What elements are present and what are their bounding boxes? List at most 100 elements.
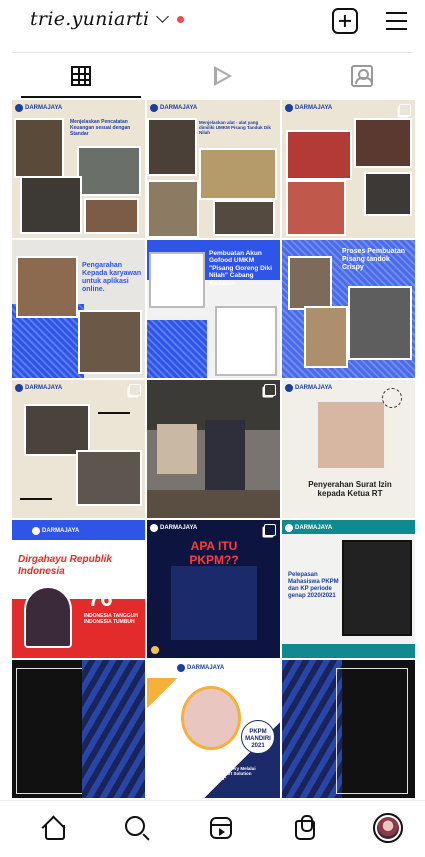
nav-profile[interactable] [373, 813, 403, 843]
post-tile[interactable]: Proses Pembuatan Pisang tandok Crispy [282, 240, 415, 378]
post-tile[interactable]: DARMAJAYA Menjelaskan Pencatatan Keuanga… [12, 100, 145, 238]
blue-texture [282, 660, 342, 798]
post-title: Penyerahan Surat Izin kepada Ketua RT [308, 480, 392, 499]
post-title: Proses Pembuatan Pisang tandok Crispy [342, 248, 406, 272]
video-call-screenshot [342, 540, 412, 636]
post-photo [77, 146, 141, 196]
document-image [215, 306, 277, 376]
post-tile[interactable]: Pengarahan Kepada karyawan untuk aplikas… [12, 240, 145, 378]
decoration-dot [151, 646, 159, 654]
chevron-down-icon[interactable] [156, 10, 170, 23]
post-tile[interactable]: DARMAJAYA APA ITU PKPM?? [147, 520, 280, 658]
carousel-multi-icon [399, 104, 411, 116]
grid-icon [71, 66, 91, 86]
username[interactable]: trie.yuniarti [30, 8, 149, 30]
post-title: Pembuatan Akun Gofood UMKM "Pisang Goren… [209, 250, 273, 287]
darmajaya-logo: DARMAJAYA [285, 383, 332, 393]
post-photo [348, 286, 412, 360]
carousel-multi-icon [264, 524, 276, 536]
darmajaya-logo: DARMAJAYA [150, 103, 197, 113]
posts-grid: DARMAJAYA Menjelaskan Pencatatan Keuanga… [12, 100, 415, 800]
post-photo [286, 130, 352, 180]
post-tile[interactable]: DARMAJAYA Menjelaskan alat - alat yang d… [147, 100, 280, 238]
pkpm-badge: PKPM MANDIRI 2021 [241, 720, 275, 754]
post-tile[interactable]: DARMAJAYA Penyerahan Surat Izin kepada K… [282, 380, 415, 518]
post-tile[interactable]: DARMAJAYA Pelepasan Mahasiswa PKPM dan K… [282, 520, 415, 658]
post-photo [364, 172, 412, 216]
post-photo [76, 450, 142, 506]
post-title: Menjelaskan alat - alat yang dimiliki UM… [199, 120, 271, 136]
hamburger-menu-icon[interactable] [384, 8, 410, 34]
new-post-plus-icon[interactable] [332, 8, 358, 34]
post-photo [24, 404, 90, 456]
post-tile[interactable]: DARMAJAYA PKPM MANDIRI 2021 "Lampung Eco… [147, 660, 280, 798]
post-photo [24, 586, 72, 648]
post-photo [316, 400, 386, 470]
document-image [149, 252, 205, 308]
darmajaya-logo: DARMAJAYA [15, 383, 62, 393]
nav-home[interactable] [38, 813, 68, 843]
post-title: Menjelaskan Pencatatan Keuangan sesuai d… [70, 119, 131, 137]
decoration-circle [382, 388, 402, 408]
post-title: Dirgahayu Republik Indonesia [18, 554, 112, 577]
post-tile[interactable]: DARMAJAYA Dirgahayu Republik Indonesia 7… [12, 520, 145, 658]
carousel-multi-icon [264, 384, 276, 396]
post-title: Pelepasan Mahasiswa PKPM dan KP periode … [288, 572, 339, 599]
avatar [373, 813, 403, 843]
post-photo [16, 256, 78, 318]
tab-reels[interactable] [163, 54, 283, 98]
tab-posts-grid[interactable] [21, 54, 141, 98]
text-body-block [171, 566, 257, 640]
nav-reels[interactable] [206, 813, 236, 843]
portrait-photo [181, 686, 241, 750]
darmajaya-logo: DARMAJAYA [32, 526, 79, 536]
arrow-left-icon [98, 412, 130, 414]
post-tile[interactable] [147, 380, 280, 518]
arrow-right-icon [20, 498, 52, 500]
post-tile[interactable]: DARMAJAYA [282, 100, 415, 238]
post-photo [20, 176, 82, 234]
post-photo [213, 200, 275, 236]
darmajaya-logo: DARMAJAYA [15, 103, 62, 113]
photo-ground [147, 490, 280, 518]
reels-icon [210, 817, 232, 839]
post-photo [354, 118, 412, 168]
notification-dot [177, 15, 185, 23]
post-photo [199, 148, 277, 200]
independence-number: 76 [88, 586, 113, 611]
account-switcher[interactable]: trie.yuniarti [30, 8, 185, 30]
post-photo [147, 180, 199, 238]
active-tab-indicator [21, 96, 141, 98]
post-caption: "Lampung Economic Recovery Melalui Optim… [172, 766, 256, 782]
post-tile[interactable]: Pembuatan Akun Gofood UMKM "Pisang Goren… [147, 240, 280, 378]
darmajaya-logo: DARMAJAYA [177, 663, 224, 673]
search-icon [125, 816, 145, 836]
photo-sign [157, 424, 197, 474]
post-photo [288, 256, 332, 310]
darmajaya-logo: DARMAJAYA [285, 103, 332, 113]
reels-play-icon [214, 66, 232, 86]
shopping-bag-icon [295, 815, 315, 840]
post-tile[interactable] [12, 660, 145, 798]
bottom-navigation [0, 800, 425, 857]
post-photo [286, 180, 346, 236]
nav-shop[interactable] [290, 813, 320, 843]
tab-tagged[interactable] [302, 54, 422, 98]
post-title: Pengarahan Kepada karyawan untuk aplikas… [82, 262, 142, 294]
darmajaya-logo: DARMAJAYA [285, 523, 332, 533]
darmajaya-logo: DARMAJAYA [150, 523, 197, 533]
post-photo [84, 198, 139, 234]
post-title: APA ITU PKPM?? [189, 539, 239, 567]
post-caption: INDONESIA TANGGUH INDONESIA TUMBUH [84, 613, 138, 625]
profile-header: trie.yuniarti [0, 0, 425, 50]
nav-search[interactable] [122, 813, 152, 843]
photo-person [205, 420, 245, 490]
blue-texture [82, 660, 145, 798]
post-photo [147, 118, 197, 176]
post-tile[interactable] [282, 660, 415, 798]
post-photo [14, 118, 64, 178]
post-photo [304, 306, 348, 368]
frame-outline [336, 668, 408, 794]
post-tile[interactable]: DARMAJAYA [12, 380, 145, 518]
profile-tabs [0, 54, 425, 98]
